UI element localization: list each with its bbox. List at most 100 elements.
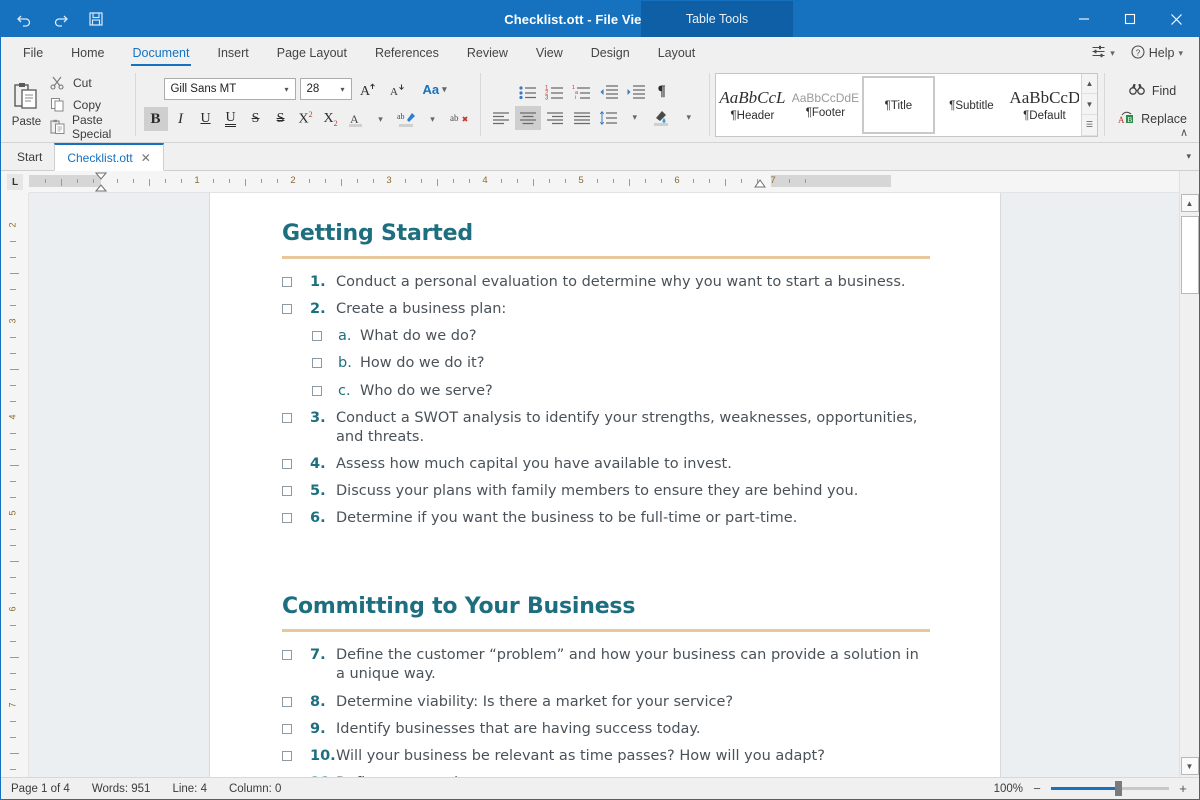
style-header[interactable]: AaBbCcL ¶Header (716, 76, 789, 134)
font-size-combobox[interactable]: 28 ▾ (300, 78, 352, 100)
right-indent-marker[interactable] (754, 175, 766, 193)
tab-insert[interactable]: Insert (203, 39, 262, 67)
clear-formatting-button[interactable]: ab (446, 107, 472, 131)
tab-stop-selector[interactable]: L (1, 171, 29, 193)
checklist-item[interactable]: 11. Define your market: (282, 774, 930, 777)
style-subtitle[interactable]: ¶Subtitle (935, 76, 1008, 134)
redo-icon[interactable] (49, 8, 71, 30)
tab-review[interactable]: Review (453, 39, 522, 67)
tab-references[interactable]: References (361, 39, 453, 67)
style-title[interactable]: ¶Title (862, 76, 935, 134)
undo-icon[interactable] (13, 8, 35, 30)
font-family-combobox[interactable]: Gill Sans MT ▾ (164, 78, 296, 100)
checklist-item[interactable]: 1. Conduct a personal evaluation to dete… (282, 273, 930, 292)
checklist-item[interactable]: 2. Create a business plan: (282, 300, 930, 319)
paste-special-button[interactable]: Paste Special (46, 117, 127, 137)
checklist-item[interactable]: 9. Identify businesses that are having s… (282, 720, 930, 739)
tab-home[interactable]: Home (57, 39, 118, 67)
contextual-tab-table-tools[interactable]: Table Tools (641, 1, 793, 37)
bullet-list-button[interactable] (515, 80, 541, 104)
double-underline-button[interactable]: U (219, 107, 243, 131)
ribbon-options-button[interactable]: ▾ (1085, 42, 1121, 64)
tab-file[interactable]: File (9, 39, 57, 67)
checkbox-icon[interactable] (282, 459, 292, 469)
underline-button[interactable]: U (194, 107, 218, 131)
font-color-button[interactable]: A (344, 107, 368, 131)
style-footer[interactable]: AaBbCcDdE ¶Footer (789, 76, 862, 134)
checkbox-icon[interactable] (282, 486, 292, 496)
help-button[interactable]: ? Help ▾ (1125, 43, 1189, 64)
minimize-button[interactable] (1061, 1, 1107, 37)
italic-button[interactable]: I (169, 107, 193, 131)
decrease-indent-button[interactable] (596, 80, 622, 104)
highlight-color-button[interactable]: ab (394, 107, 420, 131)
line-spacing-button[interactable] (596, 106, 622, 130)
scroll-down-button[interactable]: ▼ (1181, 757, 1199, 775)
cut-button[interactable]: Cut (46, 73, 127, 93)
checkbox-icon[interactable] (282, 513, 292, 523)
checkbox-icon[interactable] (282, 304, 292, 314)
styles-more-button[interactable]: ☰ (1082, 115, 1097, 136)
line-spacing-dropdown[interactable]: ▾ (623, 106, 647, 130)
numbered-list-button[interactable]: 123 (542, 80, 568, 104)
tab-design[interactable]: Design (577, 39, 644, 67)
checklist-item[interactable]: 8. Determine viability: Is there a marke… (282, 693, 930, 712)
checklist-item[interactable]: 4. Assess how much capital you have avai… (282, 455, 930, 474)
checkbox-icon[interactable] (312, 358, 322, 368)
checkbox-icon[interactable] (312, 386, 322, 396)
scroll-up-button[interactable]: ▲ (1181, 194, 1199, 212)
grow-font-button[interactable]: A (356, 77, 381, 101)
document-scroll-area[interactable]: Getting Started 1. Conduct a personal ev… (29, 193, 1179, 777)
zoom-out-button[interactable]: − (1031, 781, 1043, 796)
checkbox-icon[interactable] (282, 751, 292, 761)
zoom-slider-thumb[interactable] (1115, 781, 1122, 796)
align-right-button[interactable] (542, 106, 568, 130)
copy-button[interactable]: Copy (46, 95, 127, 115)
close-icon[interactable]: ✕ (141, 151, 151, 165)
superscript-button[interactable]: X2 (294, 107, 318, 131)
styles-scroll-down-button[interactable]: ▼ (1082, 94, 1097, 115)
justify-button[interactable] (569, 106, 595, 130)
align-center-button[interactable] (515, 106, 541, 130)
checkbox-icon[interactable] (312, 331, 322, 341)
checklist-item[interactable]: 3. Conduct a SWOT analysis to identify y… (282, 409, 930, 447)
first-line-indent-marker[interactable] (95, 172, 107, 193)
zoom-in-button[interactable]: + (1177, 781, 1189, 796)
checklist-item[interactable]: 6. Determine if you want the business to… (282, 509, 930, 528)
increase-indent-button[interactable] (623, 80, 649, 104)
align-left-button[interactable] (488, 106, 514, 130)
save-icon[interactable] (85, 8, 107, 30)
checklist-item[interactable]: 5. Discuss your plans with family member… (282, 482, 930, 501)
checklist-subitem[interactable]: c. Who do we serve? (282, 382, 930, 401)
checklist-subitem[interactable]: a. What do we do? (282, 327, 930, 346)
tab-start[interactable]: Start (5, 143, 54, 170)
change-case-button[interactable]: Aa ▾ (418, 77, 450, 101)
scrollbar-thumb[interactable] (1181, 216, 1199, 294)
checkbox-icon[interactable] (282, 697, 292, 707)
tab-layout[interactable]: Layout (644, 39, 710, 67)
shrink-font-button[interactable]: A (385, 77, 410, 101)
collapse-ribbon-button[interactable]: ∧ (1175, 124, 1193, 140)
strikethrough-button[interactable]: S (244, 107, 268, 131)
vertical-scrollbar[interactable]: ▲ ▼ (1179, 171, 1199, 777)
styles-scroll-up-button[interactable]: ▲ (1082, 74, 1097, 95)
style-default[interactable]: AaBbCcD ¶Default (1008, 76, 1081, 134)
paste-button[interactable]: Paste (7, 73, 46, 137)
font-color-dropdown[interactable]: ▾ (369, 107, 393, 131)
tab-document[interactable]: Document (119, 39, 204, 67)
close-button[interactable] (1153, 1, 1199, 37)
checkbox-icon[interactable] (282, 277, 292, 287)
checkbox-icon[interactable] (282, 413, 292, 423)
checkbox-icon[interactable] (282, 650, 292, 660)
styles-gallery-scrollbar[interactable]: ▲ ▼ ☰ (1081, 74, 1097, 136)
checklist-item[interactable]: 10. Will your business be relevant as ti… (282, 747, 930, 766)
checkbox-icon[interactable] (282, 724, 292, 734)
find-button[interactable]: Find (1125, 80, 1180, 102)
tab-view[interactable]: View (522, 39, 577, 67)
shading-button[interactable] (648, 106, 676, 130)
checklist-subitem[interactable]: b. How do we do it? (282, 354, 930, 373)
highlight-color-dropdown[interactable]: ▾ (421, 107, 445, 131)
zoom-slider[interactable] (1051, 787, 1169, 790)
shading-dropdown[interactable]: ▾ (677, 106, 701, 130)
checklist-item[interactable]: 7. Define the customer “problem” and how… (282, 646, 930, 684)
